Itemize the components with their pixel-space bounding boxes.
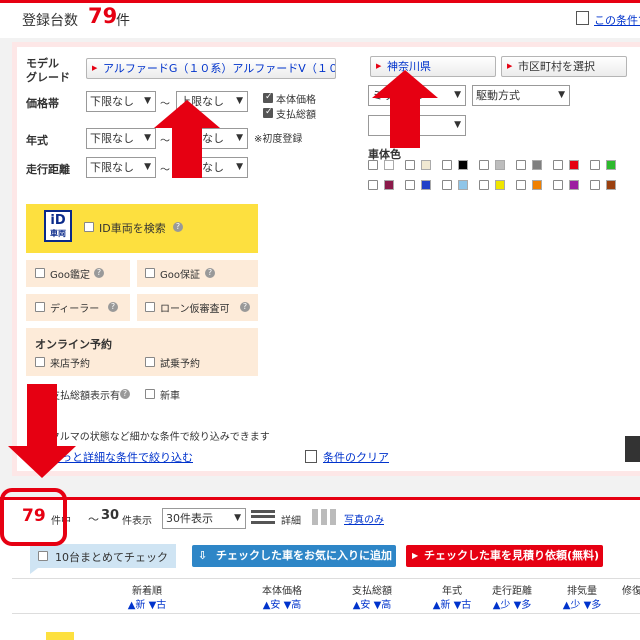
arrow-down bbox=[8, 384, 76, 478]
arrow-up-right bbox=[372, 70, 438, 148]
arrow-up-left bbox=[154, 100, 220, 178]
annotation-overlay bbox=[8, 70, 438, 478]
annotation-ring bbox=[0, 488, 67, 546]
